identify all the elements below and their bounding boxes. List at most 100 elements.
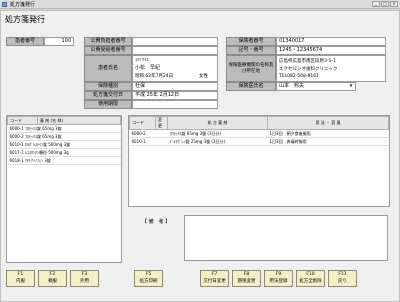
chevron-down-icon[interactable]: ▾ <box>348 83 354 90</box>
f3-gaiyo-button[interactable]: F3 外用 <box>70 270 99 287</box>
facility-label: 保険医療機関の名称及び所在地 <box>226 55 276 82</box>
drug-name: ｶﾙﾎﾞｼｽﾃｲﾝ錠 500mg 3錠 <box>24 141 71 147</box>
fkey-label: 処方印刷 <box>139 279 158 284</box>
drug-code: 6017-1 <box>9 149 24 155</box>
doctor-select[interactable]: 山本 邦夫 <box>276 82 356 91</box>
drug-row[interactable]: 6018-1 ｱｾﾄｱﾐﾉﾌｪﾝ 3錠 <box>7 156 121 165</box>
drug-row[interactable]: 6010-1 ｶﾙﾎﾞｼｽﾃｲﾝ錠 500mg 3錠 <box>7 140 121 149</box>
fkey-label: 内服 <box>16 279 25 284</box>
drug-list-table: コード 薬 剤 (名 称) 6000-1 ﾌﾛﾓｯｸｽ錠 65mg 3錠 600… <box>7 116 121 165</box>
prescription-table[interactable]: コード 変更 処 方 薬 剤 用 法 ・ 容 量 6000-2 ﾌﾛﾓｯｸｽ錠 … <box>128 115 390 207</box>
notes-label: 【 備 考 】 <box>142 219 171 225</box>
rx-row[interactable]: 6000-2 ﾌﾛﾓｯｸｽ錠 65mg 3錠 (3日分) 1日3回 朝夕食後服用 <box>129 129 389 138</box>
drug-code: 6018-1 <box>9 157 24 163</box>
f8-period-button[interactable]: F8 期限変更 <box>232 270 261 287</box>
drug-col-name: 薬 剤 (名 称) <box>37 116 121 125</box>
drug-row[interactable]: 6017-1 ﾑｺｽﾀﾝﾁﾝ顆粒 500mg 3g <box>7 148 121 157</box>
fkey-key: F3 <box>81 272 88 277</box>
public-recipient-label: 公費受給者番号 <box>84 46 132 55</box>
public-payer-field[interactable] <box>132 37 218 46</box>
rx-col-name: 処 方 薬 剤 <box>167 116 268 130</box>
patient-name-box: ｺﾏﾂ ｻﾁｴ 小松 早紀 昭和 62年7月24日 女性 <box>132 55 218 82</box>
rx-change <box>155 129 168 138</box>
prescription-grid: コード 変更 処 方 薬 剤 用 法 ・ 容 量 6000-2 ﾌﾛﾓｯｸｽ錠 … <box>129 116 389 146</box>
facility-phone: TEL082-568-8161 <box>279 74 319 79</box>
rx-col-usage: 用 法 ・ 容 量 <box>267 116 389 130</box>
notes-box: 【 備 考 】 <box>128 212 390 263</box>
patient-birthdate: 昭和 62年7月24日 <box>135 74 174 79</box>
patient-sex: 女性 <box>199 74 208 79</box>
facility-address: 広島県広島市南区段原3-5-1 <box>279 59 336 64</box>
insured-category-field[interactable]: 社保 <box>132 82 218 91</box>
app-icon <box>2 2 7 7</box>
fkey-key: F2 <box>49 272 56 277</box>
f2-tonpuku-button[interactable]: F2 頓服 <box>38 270 67 287</box>
f7-issue-date-button[interactable]: F7 交付日変更 <box>200 270 229 287</box>
insured-category-label: 保険種別 <box>84 82 132 91</box>
f9-usage-register-button[interactable]: F9 用法登録 <box>264 270 293 287</box>
notes-field[interactable] <box>184 215 388 261</box>
facility-box: 広島県広島市南区段原3-5-1 エクセルシオ歯科クリニック TEL082-568… <box>276 55 386 82</box>
rx-code: 6010-1 <box>129 137 156 146</box>
f1-naifuku-button[interactable]: F1 内服 <box>6 270 35 287</box>
patient-number-label: 患者番号 <box>6 37 44 46</box>
fkey-key: F1 <box>17 272 24 277</box>
drug-name: ﾌﾛﾓｯｸｽ錠 65mg 3錠 <box>24 133 62 139</box>
drug-name: ｱｾﾄｱﾐﾉﾌｪﾝ 3錠 <box>24 157 51 163</box>
drug-list[interactable]: コード 薬 剤 (名 称) 6000-1 ﾌﾛﾓｯｸｽ錠 65mg 3錠 600… <box>6 115 122 263</box>
page-title: 処方箋発行 <box>5 15 45 24</box>
drug-name: ﾌﾛﾓｯｸｽ錠 65mg 3錠 <box>24 125 62 131</box>
doctor-label: 保険医氏名 <box>226 82 276 91</box>
patient-kana: ｺﾏﾂ ｻﾁｴ <box>135 57 149 62</box>
rx-date-label: 処方箋交付日 <box>84 91 132 100</box>
insurer-number-label: 保険者番号 <box>226 37 276 46</box>
validity-field[interactable] <box>132 100 218 109</box>
symbol-number-label: 記号・番号 <box>226 46 276 55</box>
validity-label: 使用期限 <box>84 100 132 109</box>
fkey-key: F5 <box>145 272 152 277</box>
fkey-key: F10 <box>306 272 315 277</box>
drug-name: ﾑｺｽﾀﾝﾁﾝ顆粒 500mg 3g <box>24 149 69 155</box>
rx-usage: 1日3回 疼痛時服用 <box>267 137 389 146</box>
f5-print-button[interactable]: F5 処方印刷 <box>134 270 163 287</box>
rx-row[interactable]: 6010-1 ﾃﾞﾙﾓﾎﾞﾚﾝ錠 25mg 3錠 (3日分) 1日3回 疼痛時服… <box>129 137 389 146</box>
drug-row[interactable]: 6000-2 ﾌﾛﾓｯｸｽ錠 65mg 3錠 <box>7 132 121 141</box>
public-recipient-field[interactable] <box>132 46 218 55</box>
patient-name: 小松 早紀 <box>135 65 161 71</box>
patient-name-label: 患者氏名 <box>84 55 132 82</box>
drug-row[interactable]: 6000-1 ﾌﾛﾓｯｸｽ錠 65mg 3錠 <box>7 124 121 133</box>
patient-number-field[interactable]: 100 <box>44 37 74 46</box>
fkey-label: 頓服 <box>48 279 57 284</box>
rx-col-change: 変更 <box>155 116 168 130</box>
rx-change <box>155 137 168 146</box>
drug-code: 6000-1 <box>9 125 24 131</box>
fkey-label: 外用 <box>80 279 89 284</box>
doctor-name: 山本 邦夫 <box>279 83 305 89</box>
window-titlebar: 処方箋発行 _ □ × <box>0 0 400 9</box>
fkey-label: 戻り <box>338 279 347 284</box>
public-payer-label: 公費負担者番号 <box>84 37 132 46</box>
drug-code: 6010-1 <box>9 141 24 147</box>
minimize-button[interactable]: _ <box>372 1 380 7</box>
rx-usage: 1日3回 朝夕食後服用 <box>267 129 389 138</box>
rx-code: 6000-2 <box>129 129 156 138</box>
fkey-label: 交付日変更 <box>203 279 226 284</box>
symbol-number-field[interactable]: 1245・12345674 <box>276 46 386 55</box>
maximize-button[interactable]: □ <box>381 1 389 7</box>
close-button[interactable]: × <box>390 1 398 7</box>
fkey-key: F9 <box>275 272 282 277</box>
f10-delete-all-button[interactable]: F10 処方全削除 <box>296 270 325 287</box>
f11-back-button[interactable]: F11 戻り <box>328 270 357 287</box>
fkey-label: 用法登録 <box>269 279 288 284</box>
fkey-label: 処方全削除 <box>299 279 322 284</box>
drug-col-code: コード <box>7 116 38 125</box>
window-title: 処方箋発行 <box>10 2 36 8</box>
facility-name: エクセルシオ歯科クリニック <box>279 67 338 72</box>
fkey-key: F8 <box>243 272 250 277</box>
rx-col-code: コード <box>129 116 156 130</box>
rx-date-field[interactable]: 平成 25年 2月12日 <box>132 91 218 100</box>
drug-list-body: 6000-1 ﾌﾛﾓｯｸｽ錠 65mg 3錠 6000-2 ﾌﾛﾓｯｸｽ錠 65… <box>7 124 121 165</box>
insurer-number-field[interactable]: 01340017 <box>276 37 386 46</box>
fkey-key: F11 <box>338 272 347 277</box>
drug-code: 6000-2 <box>9 133 24 139</box>
